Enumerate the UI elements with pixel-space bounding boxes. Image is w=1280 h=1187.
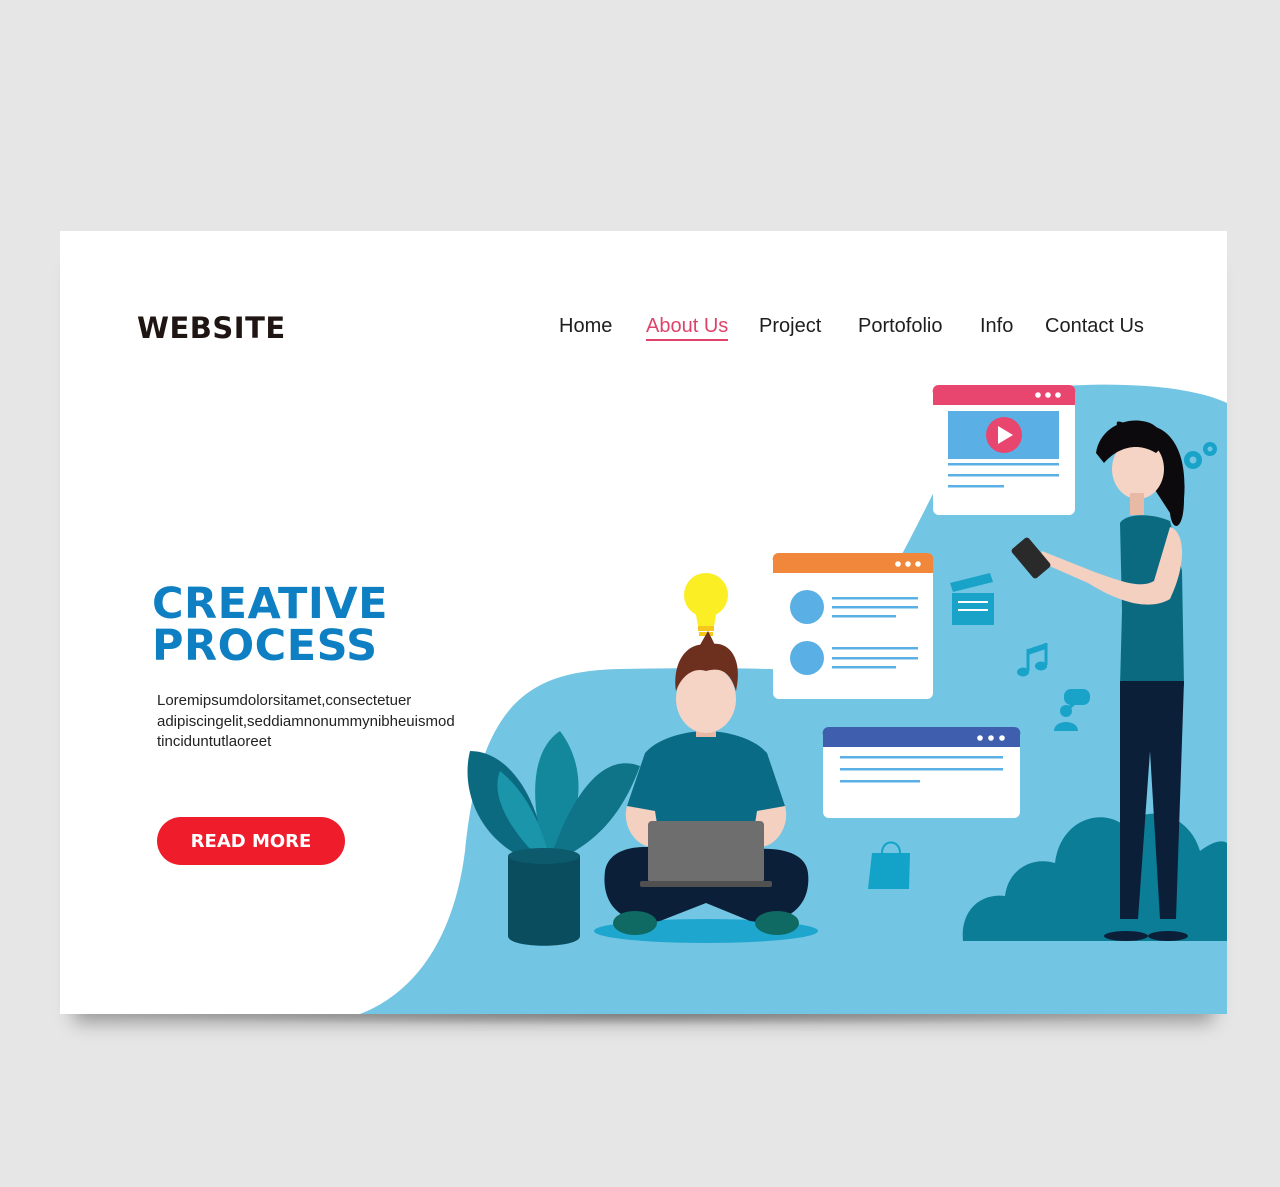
hero-description: Loremipsumdolorsitamet,consectetuer adip… — [157, 691, 537, 753]
nav-item-info[interactable]: Info — [980, 315, 1013, 338]
read-more-button[interactable]: READ MORE — [157, 817, 345, 865]
hero-description-line-2: adipiscingelit,seddiamnonummynibheuismod — [157, 712, 455, 730]
hero-title-line-1: CREATIVE — [152, 579, 388, 629]
hero-title-line-2: PROCESS — [152, 621, 378, 671]
nav-item-project[interactable]: Project — [759, 315, 821, 338]
lightbulb-icon — [684, 573, 728, 636]
main-nav: Home About Us Project Portofolio Info Co… — [60, 315, 1227, 345]
nav-item-portofolio[interactable]: Portofolio — [858, 315, 943, 338]
hero-description-line-1: Loremipsumdolorsitamet,consectetuer — [157, 692, 412, 709]
list-window-icon — [772, 552, 934, 699]
nav-item-about-us[interactable]: About Us — [646, 315, 729, 341]
video-window-icon — [932, 384, 1076, 515]
hero-title: CREATIVE PROCESS — [152, 579, 388, 671]
nav-item-home[interactable]: Home — [559, 315, 612, 338]
nav-item-contact-us[interactable]: Contact Us — [1045, 315, 1144, 338]
text-window-icon — [822, 726, 1021, 818]
hero-description-line-3: tinciduntutlaoreet — [157, 733, 272, 750]
landing-page-card: WEBSITE Home About Us Project Portofolio… — [60, 231, 1227, 1014]
